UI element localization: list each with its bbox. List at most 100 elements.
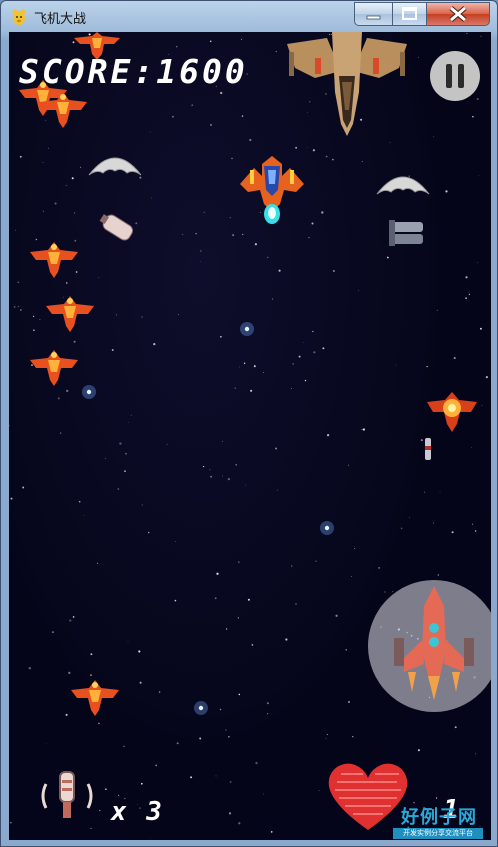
star	[433, 522, 435, 524]
star	[267, 256, 269, 259]
star	[174, 599, 177, 602]
star	[335, 614, 338, 617]
pause-button[interactable]	[430, 51, 480, 101]
star	[222, 440, 223, 442]
star	[42, 210, 44, 212]
star	[65, 184, 67, 187]
star	[124, 470, 126, 473]
star	[155, 764, 158, 767]
star	[54, 202, 57, 205]
star	[326, 734, 328, 736]
close-button[interactable]	[426, 2, 490, 26]
star	[453, 357, 456, 360]
minimize-icon	[366, 15, 381, 20]
star	[378, 567, 380, 569]
star	[238, 561, 240, 563]
star	[13, 305, 16, 308]
star	[302, 342, 304, 343]
star	[140, 782, 143, 785]
star	[276, 489, 278, 491]
star	[249, 138, 252, 142]
star	[480, 35, 482, 37]
star	[216, 572, 219, 575]
bomb-button[interactable]	[368, 580, 491, 712]
star	[47, 147, 49, 149]
star	[351, 576, 352, 577]
player-fighter	[240, 156, 304, 224]
star	[348, 464, 349, 466]
star	[290, 388, 292, 389]
star	[57, 397, 60, 400]
star	[409, 517, 410, 518]
star	[229, 781, 232, 783]
enemy-plane-hit	[427, 392, 477, 432]
bullet-supply-parachute	[376, 176, 430, 246]
star	[125, 452, 127, 455]
star	[90, 827, 92, 830]
star	[111, 349, 114, 351]
star	[9, 821, 12, 824]
star	[237, 617, 239, 619]
close-icon	[449, 6, 467, 22]
watermark-title: 好例子网	[401, 807, 477, 828]
star	[147, 531, 150, 534]
star	[116, 314, 118, 316]
star	[270, 831, 273, 833]
star	[117, 488, 120, 490]
star	[171, 115, 174, 118]
pygame-icon	[10, 8, 28, 26]
star	[266, 702, 269, 705]
star	[176, 742, 179, 745]
star	[433, 136, 434, 137]
star	[267, 713, 269, 715]
star	[78, 500, 81, 503]
enemy-bullet	[425, 438, 431, 460]
star	[32, 315, 35, 317]
star	[400, 527, 403, 530]
star	[254, 243, 257, 246]
maximize-button[interactable]	[392, 2, 427, 26]
minimize-button[interactable]	[354, 2, 393, 26]
star	[239, 366, 240, 368]
star	[158, 691, 161, 693]
star	[308, 236, 310, 239]
star	[478, 175, 480, 177]
star	[128, 421, 129, 423]
game-canvas[interactable]: SCORE:1600 x 3 1 好例子网 开发实例分享交流平台	[9, 32, 491, 840]
star	[45, 743, 47, 745]
star	[253, 365, 256, 368]
bomb-supply-parachute	[88, 157, 142, 241]
star	[227, 477, 231, 481]
game-window: 飞机大战 SCORE:1600 x 3 1 好例子网 开发实例分享交流平台	[0, 0, 498, 847]
star	[209, 469, 211, 471]
star	[466, 32, 468, 35]
bright-star	[324, 525, 330, 531]
star	[226, 628, 228, 630]
enemy-plane	[30, 242, 78, 278]
star	[220, 91, 223, 95]
star	[417, 749, 420, 752]
star	[203, 211, 205, 214]
star	[325, 155, 328, 158]
star	[325, 737, 327, 739]
star	[228, 735, 230, 738]
star	[178, 314, 179, 316]
star	[295, 146, 298, 149]
star	[304, 379, 307, 382]
star	[199, 737, 202, 740]
enemy-plane	[71, 680, 119, 716]
star	[17, 306, 19, 308]
star	[219, 708, 222, 711]
star	[468, 293, 471, 296]
star	[59, 432, 62, 434]
star	[190, 776, 193, 779]
title-bar[interactable]: 飞机大战	[1, 1, 497, 31]
star	[150, 838, 152, 840]
star	[241, 115, 244, 117]
star	[290, 565, 293, 567]
star	[485, 375, 489, 379]
star	[202, 465, 205, 468]
star	[358, 290, 359, 291]
star	[332, 269, 335, 273]
star	[347, 700, 351, 704]
